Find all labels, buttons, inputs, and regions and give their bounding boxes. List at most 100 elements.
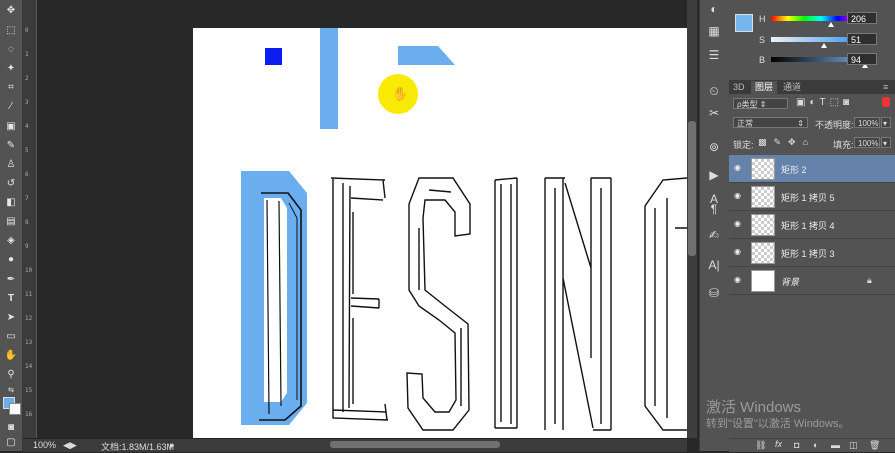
lasso-tool-icon[interactable]: ◌ bbox=[3, 43, 19, 56]
tab-3d[interactable]: 3D bbox=[729, 81, 749, 94]
document-info[interactable]: 文档:1.83M/1.63M bbox=[101, 440, 174, 453]
history-panel-icon[interactable]: ⏲ bbox=[705, 82, 723, 100]
eyedropper-tool-icon[interactable]: ⁄ bbox=[3, 100, 19, 113]
tab-layers[interactable]: 图层 bbox=[751, 81, 778, 94]
layer-filter-select[interactable]: ρ类型 ⇕ bbox=[733, 98, 788, 109]
swap-colors-icon[interactable]: ⇆ bbox=[3, 384, 19, 397]
move-tool-icon[interactable]: ✥ bbox=[3, 4, 19, 17]
link-icon[interactable]: ⛓ bbox=[755, 440, 766, 451]
type-tool-icon[interactable]: T bbox=[3, 292, 19, 305]
adjustments-panel-icon[interactable]: ☰ bbox=[705, 46, 723, 64]
letter-s bbox=[406, 177, 471, 431]
swatches-panel-icon[interactable]: ▦ bbox=[705, 22, 723, 40]
pen-tool-icon[interactable]: ✒ bbox=[3, 273, 19, 286]
visibility-eye-icon[interactable]: ◉ bbox=[734, 192, 744, 200]
background-color-swatch[interactable] bbox=[9, 403, 21, 415]
blue-square-shape bbox=[265, 48, 282, 65]
layer-name[interactable]: 矩形 1 拷贝 3 bbox=[781, 247, 835, 260]
layer-name[interactable]: 矩形 1 拷贝 4 bbox=[781, 219, 835, 232]
marquee-tool-icon[interactable]: ⬚ bbox=[3, 24, 19, 37]
screen-mode-icon[interactable]: ▢ bbox=[3, 436, 19, 449]
healing-brush-tool-icon[interactable]: ▣ bbox=[3, 120, 19, 133]
dodge-tool-icon[interactable]: ● bbox=[3, 253, 19, 266]
hand-tool-icon[interactable]: ✋ bbox=[3, 349, 19, 362]
crop-tool-icon[interactable]: ⌗ bbox=[3, 81, 19, 94]
visibility-eye-icon[interactable]: ◉ bbox=[734, 248, 744, 256]
stamp-tool-icon[interactable]: ♙ bbox=[3, 158, 19, 171]
saturation-slider-thumb[interactable] bbox=[821, 43, 827, 48]
zoom-level[interactable]: 100% bbox=[33, 440, 56, 450]
layer-row[interactable]: ◉ 矩形 2 bbox=[729, 155, 895, 183]
lock-icons[interactable]: ▩✎✥⌂ bbox=[758, 137, 815, 148]
hand-cursor-icon: ✋ bbox=[392, 86, 409, 101]
adjustment-icon[interactable]: ◐ bbox=[813, 440, 818, 450]
libraries-panel-icon[interactable]: ⛁ bbox=[705, 284, 723, 302]
path-selection-tool-icon[interactable]: ➤ bbox=[3, 311, 19, 324]
layer-thumbnail bbox=[751, 270, 775, 292]
opacity-input[interactable]: 100% bbox=[854, 117, 880, 128]
mask-icon[interactable]: ◘ bbox=[794, 440, 799, 450]
blur-tool-icon[interactable]: ◈ bbox=[3, 234, 19, 247]
ruler-tick-label: 0 bbox=[25, 27, 29, 34]
fill-label: 填充: bbox=[833, 140, 854, 150]
navigator-panel-icon[interactable]: ⊚ bbox=[705, 138, 723, 156]
visibility-eye-icon[interactable]: ◉ bbox=[734, 276, 744, 284]
layer-row[interactable]: ◉ 背景 🔒︎ bbox=[729, 267, 895, 295]
magic-wand-tool-icon[interactable]: ✦ bbox=[3, 62, 19, 75]
horizontal-scroll-thumb[interactable] bbox=[330, 441, 500, 448]
saturation-input[interactable]: 51 bbox=[847, 33, 877, 45]
layer-row[interactable]: ◉ 矩形 1 拷贝 4 bbox=[729, 211, 895, 239]
blend-mode-select[interactable]: 正常 ⇕ bbox=[733, 117, 808, 128]
color-panel-icon[interactable]: ◐ bbox=[705, 0, 723, 18]
folder-icon[interactable]: ▬ bbox=[831, 440, 840, 450]
tab-channels[interactable]: 通道 bbox=[779, 81, 805, 94]
status-menu-icon[interactable]: ▸ bbox=[170, 440, 175, 451]
ruler-tick-label: 3 bbox=[25, 99, 29, 106]
brightness-label: B bbox=[759, 55, 766, 65]
brush-presets-icon[interactable]: ✂ bbox=[705, 104, 723, 122]
hue-label: H bbox=[759, 14, 766, 24]
character-styles-icon[interactable]: A| bbox=[705, 256, 723, 274]
visibility-eye-icon[interactable]: ◉ bbox=[734, 220, 744, 228]
fill-dropdown-icon[interactable]: ▾ bbox=[881, 137, 891, 148]
layer-row[interactable]: ◉ 矩形 1 拷贝 5 bbox=[729, 183, 895, 211]
fx-icon[interactable]: fx bbox=[775, 439, 782, 449]
actions-panel-icon[interactable]: ▶ bbox=[705, 166, 723, 184]
layer-thumbnail bbox=[751, 214, 775, 236]
opacity-label: 不透明度: bbox=[815, 120, 854, 130]
trash-icon[interactable]: 🗑︎ bbox=[869, 440, 880, 451]
document-canvas[interactable] bbox=[193, 28, 687, 438]
ruler-tick-label: 4 bbox=[25, 123, 29, 130]
shape-tool-icon[interactable]: ▭ bbox=[3, 330, 19, 343]
visibility-eye-icon[interactable]: ◉ bbox=[734, 164, 744, 172]
color-panel-foreground-swatch[interactable] bbox=[735, 14, 753, 32]
opacity-dropdown-icon[interactable]: ▾ bbox=[881, 117, 891, 128]
layer-name[interactable]: 矩形 2 bbox=[781, 163, 807, 176]
layer-thumbnail bbox=[751, 186, 775, 208]
ruler-tick-label: 1 bbox=[25, 51, 29, 58]
tool-presets-icon[interactable]: ✍ bbox=[705, 226, 723, 244]
brightness-input[interactable]: 94 bbox=[847, 53, 877, 65]
history-brush-tool-icon[interactable]: ↺ bbox=[3, 177, 19, 190]
vertical-scroll-thumb[interactable] bbox=[688, 121, 696, 256]
paragraph-panel-icon[interactable]: ¶ bbox=[705, 200, 723, 218]
filter-toggle-icon[interactable] bbox=[882, 97, 890, 107]
eraser-tool-icon[interactable]: ◧ bbox=[3, 196, 19, 209]
layer-row[interactable]: ◉ 矩形 1 拷贝 3 bbox=[729, 239, 895, 267]
panel-menu-icon[interactable]: ≡ bbox=[879, 81, 892, 94]
quick-mask-icon[interactable]: ◙ bbox=[3, 421, 19, 434]
ruler-tick-label: 9 bbox=[25, 243, 29, 250]
new-layer-icon[interactable]: ◫ bbox=[849, 440, 858, 451]
hue-input[interactable]: 206 bbox=[847, 12, 877, 24]
vertical-ruler: 0 1 2 3 4 5 6 7 8 9 10 11 12 13 14 15 16 bbox=[23, 0, 37, 438]
activation-watermark-subtitle: 转到"设置"以激活 Windows。 bbox=[706, 418, 850, 430]
layer-name[interactable]: 背景 bbox=[781, 275, 799, 288]
gradient-tool-icon[interactable]: ▤ bbox=[3, 215, 19, 228]
layers-panel-tabs: 3D 图层 通道 ≡ bbox=[729, 80, 895, 94]
layer-filter-icons[interactable]: ▣◐T⬚◙ bbox=[796, 97, 853, 108]
fill-input[interactable]: 100% bbox=[854, 137, 880, 148]
layer-name[interactable]: 矩形 1 拷贝 5 bbox=[781, 191, 835, 204]
zoom-tool-icon[interactable]: ⚲ bbox=[3, 368, 19, 381]
hue-slider-thumb[interactable] bbox=[828, 22, 834, 27]
brush-tool-icon[interactable]: ✎ bbox=[3, 139, 19, 152]
